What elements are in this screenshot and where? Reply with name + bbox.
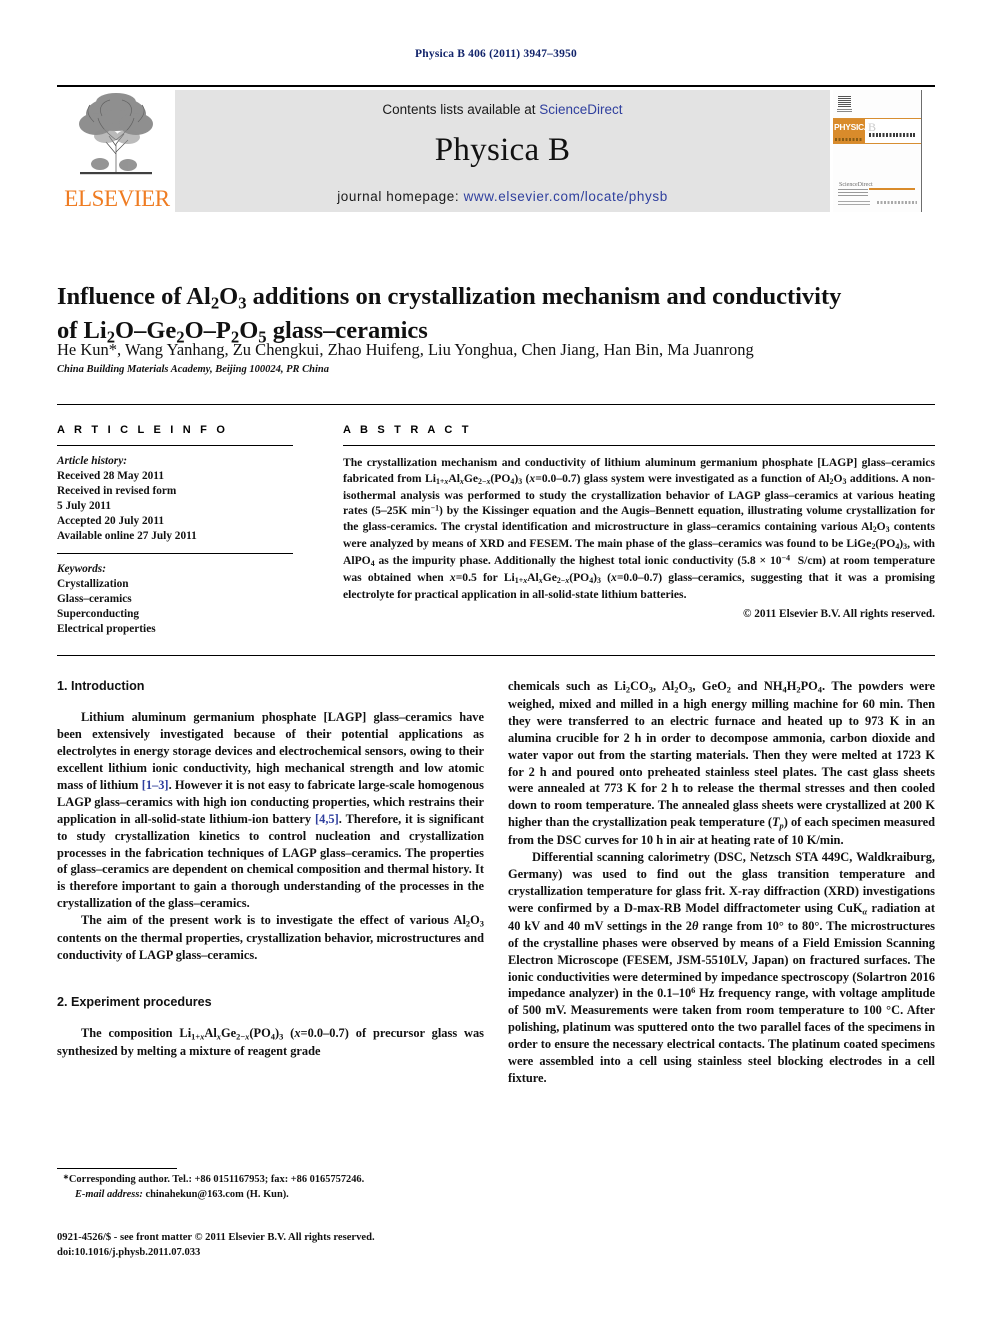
history-item: Received in revised form (57, 485, 177, 498)
article-history: Article history: Received 28 May 2011 Re… (57, 454, 307, 544)
cover-footer-block-2 (838, 201, 870, 206)
cover-footer-block-1 (838, 189, 868, 196)
corresponding-author-text: Corresponding author. Tel.: +86 01511679… (68, 1174, 365, 1186)
paper-page: Physica B 406 (2011) 3947–3950 ELSEVIER … (0, 0, 992, 1323)
abstract-column: A B S T R A C T The crystallization mech… (343, 424, 935, 620)
keyword-item: Electrical properties (57, 623, 156, 636)
article-info-column: A R T I C L E I N F O Article history: R… (57, 424, 307, 637)
paragraph: Lithium aluminum germanium phosphate [LA… (57, 710, 484, 911)
history-item: Accepted 20 July 2011 (57, 515, 165, 528)
contents-prefix: Contents lists available at (382, 102, 536, 117)
cover-footer-block-3 (877, 201, 917, 204)
keyword-item: Superconducting (57, 608, 140, 621)
article-info-heading: A R T I C L E I N F O (57, 424, 229, 436)
cover-title-band: PHYSICA B (833, 118, 921, 144)
elsevier-wordmark: ELSEVIER (64, 186, 170, 211)
paragraph: chemicals such as Li2CO3, Al2O3, GeO2 an… (508, 679, 935, 848)
email-label: E-mail address: (75, 1188, 143, 1200)
article-info-rule (57, 445, 293, 446)
history-item: Available online 27 July 2011 (57, 530, 197, 543)
section-heading-experiment: 2. Experiment procedures (57, 994, 212, 1009)
running-head: Physica B 406 (2011) 3947–3950 (415, 48, 577, 60)
citation-ref[interactable]: [1–3] (142, 778, 169, 792)
body-column-left: 1. Introduction Lithium aluminum germani… (57, 678, 484, 1060)
elsevier-logo: ELSEVIER (57, 90, 175, 212)
masthead-center: Contents lists available at ScienceDirec… (175, 90, 830, 212)
article-history-label: Article history: (57, 455, 127, 467)
paragraph: The composition Li1+xAlxGe2−x(PO4)3 (x=0… (57, 1026, 484, 1059)
journal-masthead: ELSEVIER Contents lists available at Sci… (57, 85, 935, 214)
keywords-rule (57, 553, 293, 555)
imprint-block: 0921-4526/$ - see front matter © 2011 El… (57, 1230, 557, 1261)
abstract-copyright: © 2011 Elsevier B.V. All rights reserved… (742, 608, 935, 621)
info-top-rule (57, 404, 935, 405)
journal-cover-thumbnail: PHYSICA B ScienceDirect (830, 90, 935, 212)
keywords-block: Keywords: Crystallization Glass–ceramics… (57, 562, 307, 637)
cover-badge-text: PHYSICA (834, 122, 870, 132)
corresponding-author-note: ∗Corresponding author. Tel.: +86 0151167… (57, 1173, 484, 1188)
author-list: He Kun*, Wang Yanhang, Zu Chengkui, Zhao… (57, 340, 754, 359)
citation-ref[interactable]: [4,5] (315, 812, 339, 826)
cover-sciencedirect-mark: ScienceDirect (839, 182, 873, 188)
keyword-item: Glass–ceramics (57, 593, 132, 606)
affiliation: China Building Materials Academy, Beijin… (57, 364, 329, 375)
imprint-line-1: 0921-4526/$ - see front matter © 2011 El… (57, 1232, 375, 1243)
history-item: Received 28 May 2011 (57, 470, 164, 483)
page-title: Influence of Al2O3 additions on crystall… (57, 283, 842, 347)
cover-footer-rule (869, 188, 915, 190)
abstract-bottom-rule (57, 655, 935, 656)
homepage-line: journal homepage: www.elsevier.com/locat… (175, 189, 830, 204)
history-item: 5 July 2011 (57, 500, 111, 513)
keywords-label: Keywords: (57, 563, 106, 576)
imprint-line-2[interactable]: doi:10.1016/j.physb.2011.07.033 (57, 1245, 557, 1260)
cover-subtitle-lines (869, 133, 915, 137)
homepage-prefix: journal homepage: (337, 189, 460, 204)
elsevier-tree-icon (79, 93, 153, 175)
keyword-item: Crystallization (57, 578, 129, 591)
abstract-heading: A B S T R A C T (343, 424, 472, 436)
paragraph: Differential scanning calorimetry (DSC, … (508, 850, 935, 1086)
paragraph: The aim of the present work is to invest… (57, 913, 484, 963)
sciencedirect-link[interactable]: ScienceDirect (539, 102, 622, 117)
body-column-right: chemicals such as Li2CO3, Al2O3, GeO2 an… (508, 678, 935, 1087)
cover-publisher-mark-icon (838, 96, 851, 108)
cover-dash-rule (835, 138, 863, 141)
footnote-block: ∗Corresponding author. Tel.: +86 0151167… (57, 1168, 484, 1202)
email-note: E-mail address: chinahekun@163.com (H. K… (57, 1188, 484, 1202)
section-heading-introduction: 1. Introduction (57, 679, 145, 693)
journal-title: Physica B (434, 132, 571, 168)
abstract-text: The crystallization mechanism and conduc… (343, 456, 936, 601)
cover-publisher-caption (837, 109, 852, 113)
footnote-rule (57, 1168, 177, 1169)
abstract-rule (343, 445, 935, 446)
email-value[interactable]: chinahekun@163.com (H. Kun). (145, 1189, 288, 1200)
contents-line: Contents lists available at ScienceDirec… (175, 102, 830, 117)
journal-homepage-link[interactable]: www.elsevier.com/locate/physb (464, 189, 668, 204)
